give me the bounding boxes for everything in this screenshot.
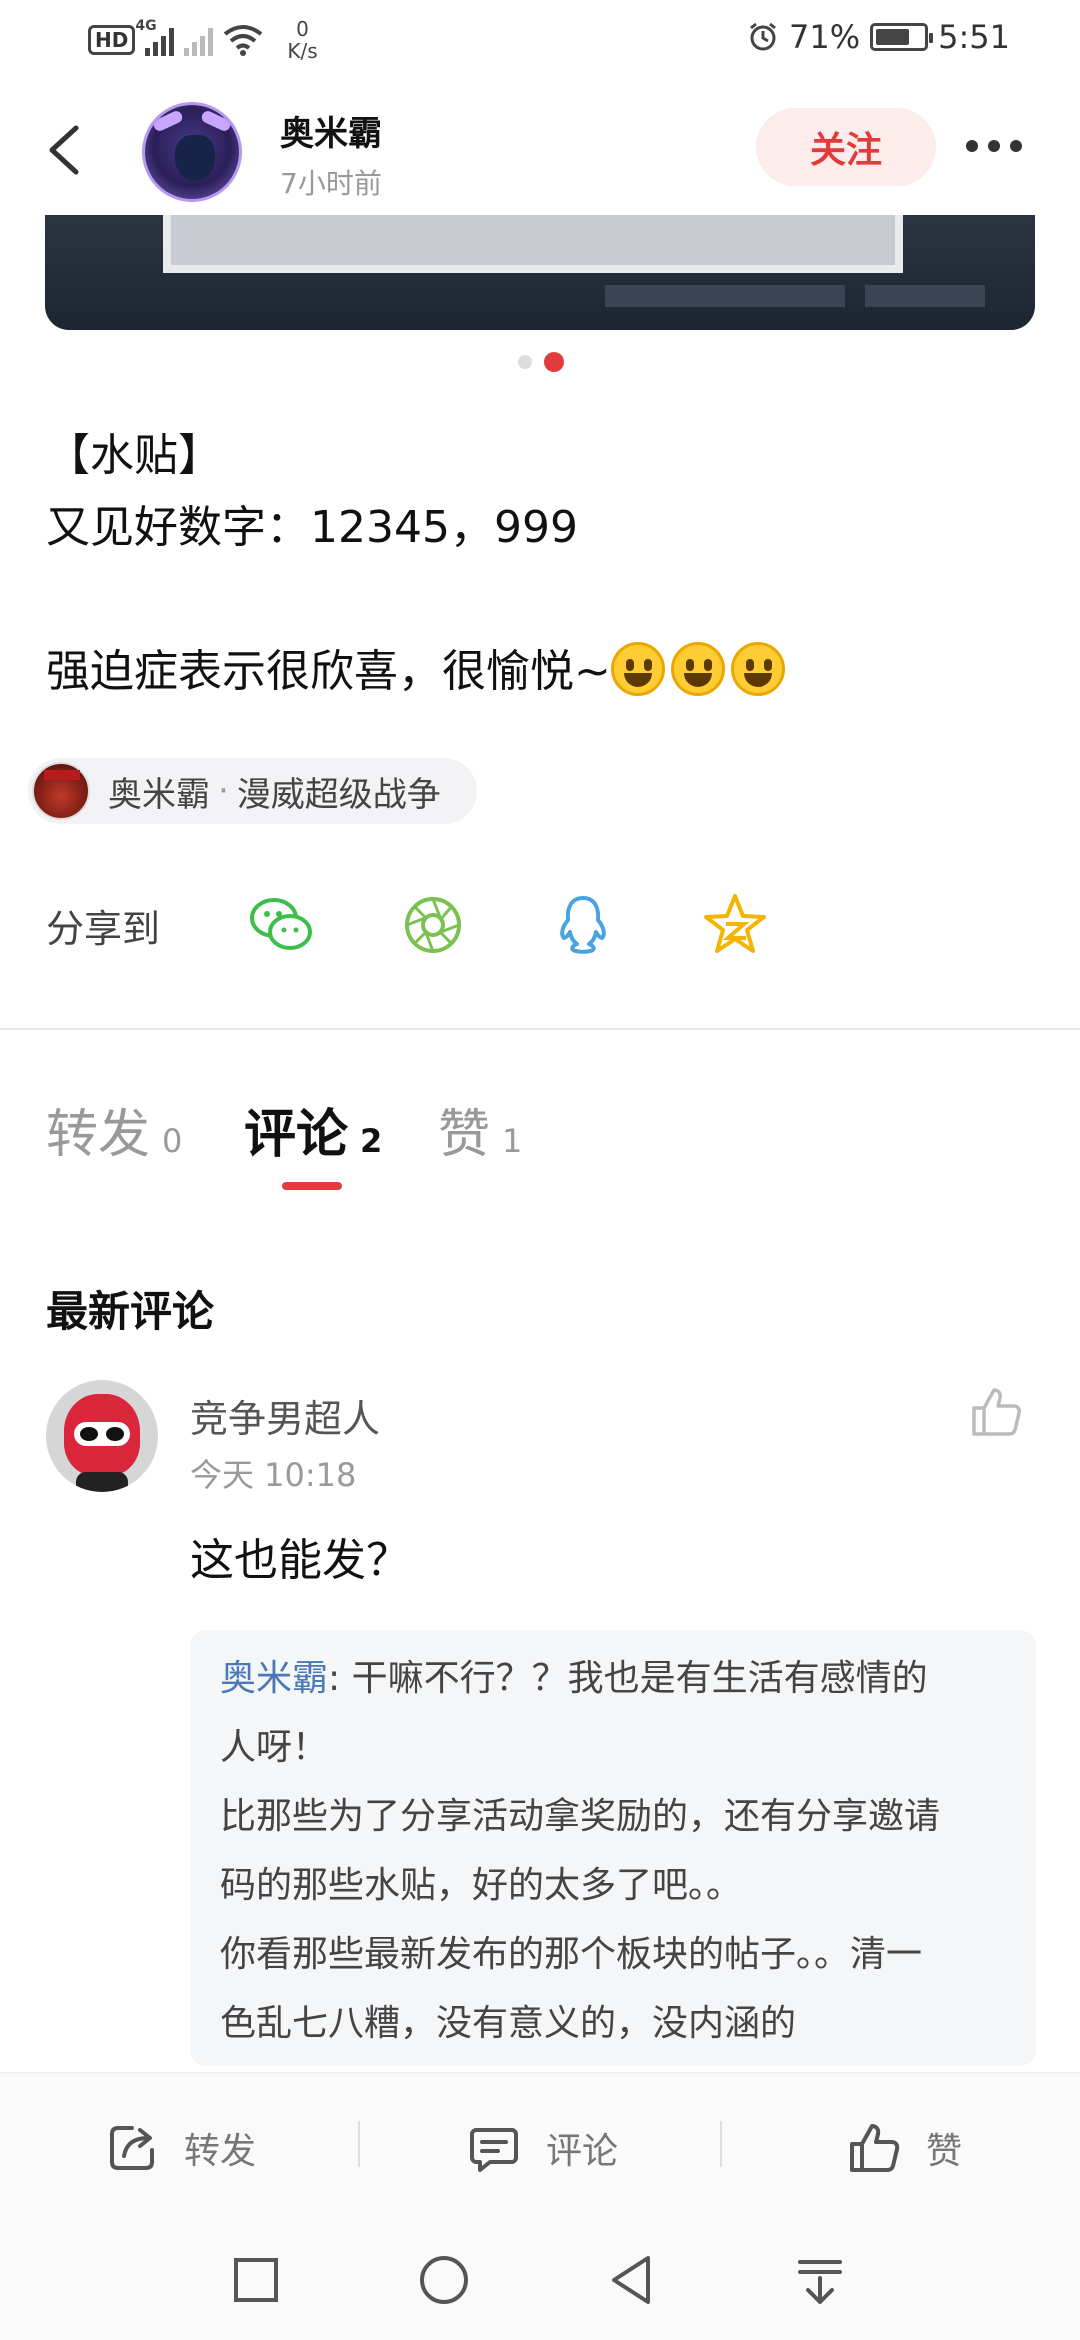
comment-text: 这也能发？ [190, 1535, 410, 1586]
reply-colon: : [328, 1658, 352, 1699]
author-name[interactable]: 奥米霸 [280, 106, 382, 155]
post-time: 7小时前 [280, 167, 382, 200]
tab-count: 1 [502, 1122, 523, 1160]
hd-badge: HD [88, 25, 136, 55]
carousel-dot-active [544, 352, 564, 372]
speed-unit: K/s [287, 39, 318, 63]
repost-button[interactable]: 转发 [104, 2073, 256, 2223]
reply-line: 码的那些水贴，好的太多了吧。。 [220, 1865, 743, 1906]
post-image[interactable] [45, 215, 1035, 330]
reply-line: 人呀！ [220, 1727, 329, 1768]
comment-like-icon[interactable] [968, 1384, 1024, 1440]
comment-label: 评论 [546, 2131, 619, 2172]
game-avatar [32, 762, 90, 820]
signal-icon: 4G [135, 18, 175, 56]
reply-line: 你看那些最新发布的那个板块的帖子。。清一 [220, 1934, 923, 1975]
back-icon[interactable] [40, 120, 90, 180]
post-line [46, 564, 1046, 636]
recents-square-icon[interactable] [226, 2250, 286, 2310]
post-line-with-emoji: 强迫症表示很欣喜，很愉悦~ [46, 636, 1046, 708]
action-bar: 转发 评论 赞 [0, 2072, 1080, 2222]
qzone-star-icon[interactable] [702, 892, 768, 958]
home-circle-icon[interactable] [414, 2250, 474, 2310]
status-left: HD 4G 0 K/s [88, 18, 318, 62]
tab-count: 0 [162, 1122, 183, 1160]
tab-label: 赞 [438, 1105, 491, 1165]
section-title: 最新评论 [46, 1287, 215, 1336]
like-button[interactable]: 赞 [846, 2073, 962, 2223]
post-header: 奥米霸 7小时前 关注 [0, 80, 1080, 220]
battery-icon [870, 23, 934, 51]
network-type: 4G [135, 18, 157, 34]
reply-line: 干嘛不行？？我也是有生活有感情的 [351, 1658, 928, 1699]
post-line: 又见好数字：12345，999 [46, 502, 578, 553]
battery-percent: 71% [789, 18, 861, 56]
section-divider [0, 1028, 1080, 1030]
topic-chip[interactable]: 奥米霸 · 漫威超级战争 [28, 758, 477, 824]
comment-bubble-icon [470, 2128, 518, 2172]
reply-box[interactable]: 奥米霸: 干嘛不行？？我也是有生活有感情的 人呀！ 比那些为了分享活动拿奖励的，… [190, 1630, 1036, 2066]
author-avatar[interactable] [142, 102, 242, 202]
status-bar: HD 4G 0 K/s 71% 5:51 [0, 0, 1080, 80]
qq-icon[interactable] [550, 892, 616, 958]
reply-line: 色乱七八糟，没有意义的，没内涵的 [220, 2003, 797, 2044]
comment-button[interactable]: 评论 [466, 2073, 618, 2223]
tab-comments[interactable]: 评论 2 [244, 1092, 382, 1167]
post-line: 【水贴】 [46, 430, 222, 481]
action-separator [720, 2121, 722, 2167]
smile-emoji-icon [610, 642, 665, 696]
post-line: 强迫症表示很欣喜，很愉悦~ [46, 646, 611, 697]
grin-emoji-icon [670, 642, 725, 696]
more-options-icon[interactable] [966, 140, 1022, 152]
action-separator [358, 2121, 360, 2167]
like-label: 赞 [926, 2131, 963, 2172]
grin-emoji-icon [730, 642, 785, 696]
share-arrow-icon [110, 2126, 154, 2170]
topic-author: 奥米霸 [108, 774, 210, 815]
wifi-icon [224, 25, 263, 56]
wechat-icon[interactable] [248, 892, 314, 958]
reply-line: 比那些为了分享活动拿奖励的，还有分享邀请 [220, 1796, 941, 1837]
tab-repost[interactable]: 转发 0 [46, 1092, 182, 1167]
follow-button[interactable]: 关注 [756, 108, 936, 186]
clock: 5:51 [938, 18, 1010, 56]
tab-count: 2 [360, 1122, 383, 1160]
commenter-name[interactable]: 竞争男超人 [190, 1388, 380, 1443]
tab-label: 评论 [244, 1105, 349, 1165]
reply-user[interactable]: 奥米霸 [220, 1658, 328, 1699]
moments-icon[interactable] [400, 892, 466, 958]
reply-first-line: 奥米霸: 干嘛不行？？我也是有生活有感情的 [220, 1644, 1006, 1713]
repost-label: 转发 [184, 2131, 257, 2172]
post-content: 【水贴】 又见好数字：12345，999 强迫症表示很欣喜，很愉悦~ [46, 420, 1046, 708]
signal-2-icon [184, 24, 214, 56]
carousel-dot [518, 355, 532, 369]
back-triangle-icon[interactable] [602, 2250, 662, 2310]
system-nav-bar [0, 2222, 1080, 2340]
tab-likes[interactable]: 赞 1 [438, 1092, 522, 1167]
tab-label: 转发 [46, 1105, 151, 1165]
thumbs-up-icon [850, 2124, 900, 2172]
comment-time: 今天 10:18 [190, 1456, 357, 1494]
notification-pulldown-icon[interactable] [790, 2250, 850, 2310]
active-tab-indicator [282, 1182, 342, 1190]
speed-value: 0 [296, 17, 309, 41]
status-right: 71% 5:51 [747, 18, 1010, 56]
network-speed: 0 K/s [287, 18, 317, 62]
carousel-indicator [518, 352, 564, 372]
topic-separator: · [218, 771, 229, 811]
commenter-avatar[interactable] [46, 1380, 158, 1492]
alarm-icon [750, 22, 776, 51]
share-label: 分享到 [46, 907, 161, 951]
topic-game: 漫威超级战争 [236, 774, 441, 815]
